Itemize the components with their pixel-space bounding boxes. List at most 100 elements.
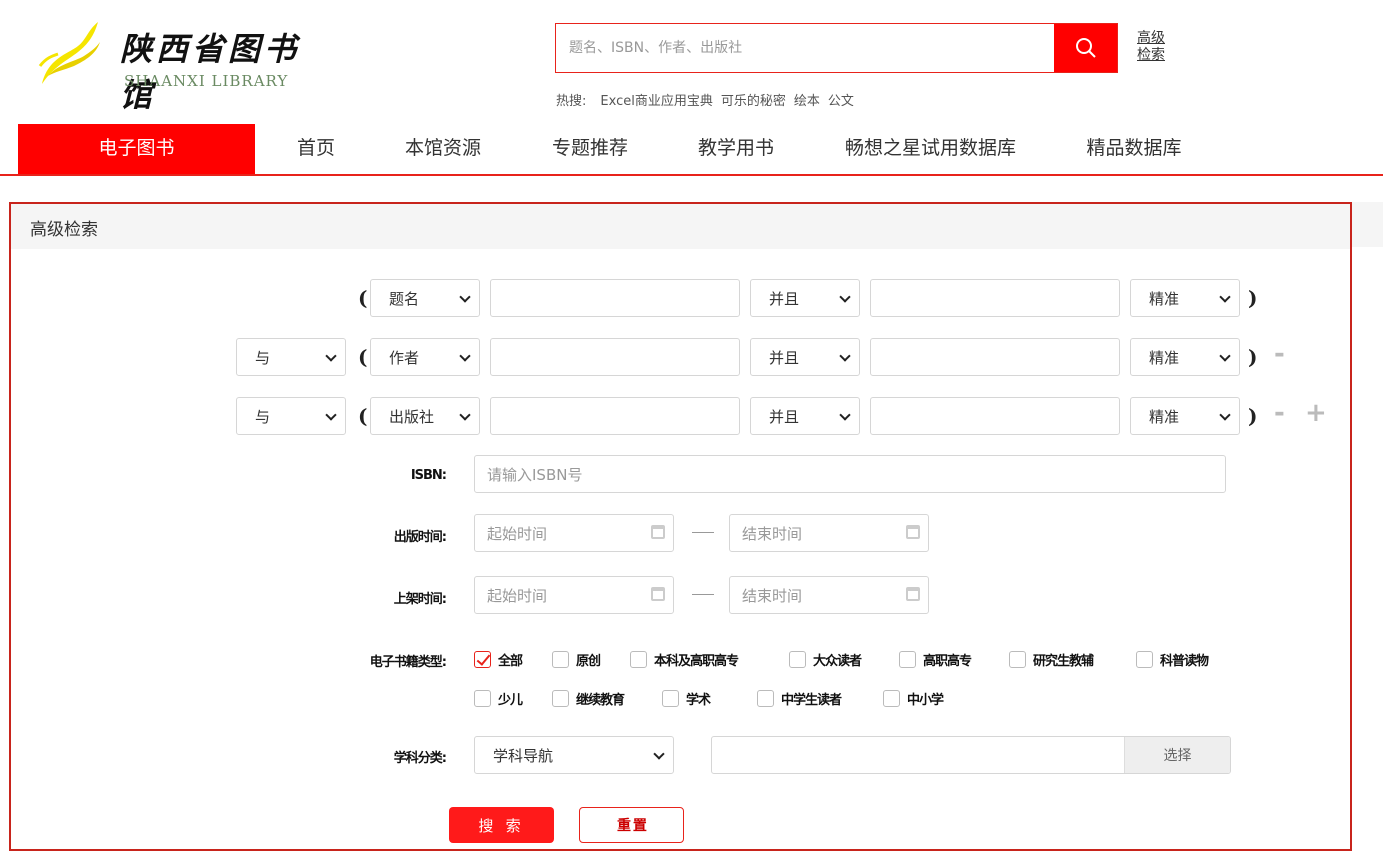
- calendar-icon: [651, 525, 665, 539]
- field-select[interactable]: 作者: [370, 338, 480, 376]
- main-nav: 电子图书 首页 本馆资源 专题推荐 教学用书 畅想之星试用数据库 精品数据库: [0, 124, 1383, 176]
- operator-select[interactable]: 并且: [750, 279, 860, 317]
- publish-end-date[interactable]: 结束时间: [729, 514, 929, 552]
- subject-select[interactable]: 学科导航: [474, 736, 674, 774]
- term-input-2[interactable]: [870, 397, 1120, 435]
- term-input-2[interactable]: [870, 279, 1120, 317]
- checkbox-checked-icon: [474, 651, 491, 668]
- add-row-button[interactable]: +: [1305, 398, 1327, 428]
- remove-row-button[interactable]: -: [1274, 339, 1285, 369]
- type-checkbox[interactable]: 少儿: [474, 689, 523, 708]
- checkbox-icon: [789, 651, 806, 668]
- operator-select[interactable]: 并且: [750, 397, 860, 435]
- chevron-down-icon: [839, 291, 851, 303]
- type-checkbox[interactable]: 中学生读者: [757, 689, 842, 708]
- type-checkbox[interactable]: 高职高专: [899, 650, 972, 669]
- type-checkbox[interactable]: 继续教育: [552, 689, 625, 708]
- checkbox-icon: [1009, 651, 1026, 668]
- panel-title: 高级检索: [30, 220, 98, 240]
- nav-item-library-resources[interactable]: 本馆资源: [388, 124, 498, 174]
- hot-search-item[interactable]: 可乐的秘密: [721, 90, 786, 109]
- nav-item-premium-databases[interactable]: 精品数据库: [1070, 124, 1198, 174]
- close-bracket: ): [1248, 286, 1258, 310]
- chevron-down-icon: [325, 409, 337, 421]
- logo-chinese-name: 陕西省图书馆: [120, 30, 301, 114]
- remove-row-button[interactable]: -: [1274, 398, 1285, 428]
- hot-search-item[interactable]: 绘本: [794, 90, 820, 109]
- field-select[interactable]: 出版社: [370, 397, 480, 435]
- chevron-down-icon: [1219, 350, 1231, 362]
- isbn-input[interactable]: 请输入ISBN号: [474, 455, 1226, 493]
- hot-search-item[interactable]: Excel商业应用宝典: [600, 90, 712, 109]
- chevron-down-icon: [839, 350, 851, 362]
- shelf-time-label: 上架时间:: [393, 592, 447, 607]
- search-icon: [1075, 38, 1096, 58]
- nav-item-textbooks[interactable]: 教学用书: [681, 124, 791, 174]
- publish-time-label: 出版时间:: [393, 530, 447, 545]
- type-checkbox[interactable]: 本科及高职高专: [630, 650, 739, 669]
- chevron-down-icon: [1219, 409, 1231, 421]
- checkbox-icon: [662, 690, 679, 707]
- nav-item-home[interactable]: 首页: [276, 124, 356, 174]
- ebook-type-label: 电子书籍类型:: [369, 655, 447, 670]
- chevron-down-icon: [459, 350, 471, 362]
- type-checkbox[interactable]: 大众读者: [789, 650, 862, 669]
- checkbox-icon: [552, 690, 569, 707]
- hot-searches: 热搜: Excel商业应用宝典 可乐的秘密 绘本 公文: [556, 90, 854, 109]
- search-button[interactable]: [1054, 24, 1117, 72]
- checkbox-icon: [474, 690, 491, 707]
- type-checkbox[interactable]: 科普读物: [1136, 650, 1209, 669]
- search-bar: [555, 23, 1118, 73]
- type-checkbox[interactable]: 中小学: [883, 689, 944, 708]
- chevron-down-icon: [653, 748, 665, 760]
- hot-search-item[interactable]: 公文: [828, 90, 854, 109]
- nav-item-ebooks[interactable]: 电子图书: [18, 124, 255, 174]
- calendar-icon: [651, 587, 665, 601]
- checkbox-icon: [1136, 651, 1153, 668]
- term-input[interactable]: [490, 397, 740, 435]
- nav-item-topics[interactable]: 专题推荐: [535, 124, 645, 174]
- reset-button[interactable]: 重 置: [579, 807, 684, 843]
- subject-pick-button[interactable]: 选择: [1124, 737, 1230, 773]
- match-mode-select[interactable]: 精准: [1130, 279, 1240, 317]
- isbn-label: ISBN:: [410, 468, 447, 483]
- match-mode-select[interactable]: 精准: [1130, 397, 1240, 435]
- type-checkbox[interactable]: 学术: [662, 689, 711, 708]
- term-input[interactable]: [490, 338, 740, 376]
- panel-header: 高级检索: [11, 204, 1350, 249]
- chevron-down-icon: [1219, 291, 1231, 303]
- chevron-down-icon: [459, 409, 471, 421]
- search-submit-button[interactable]: 搜 索: [449, 807, 554, 843]
- match-mode-select[interactable]: 精准: [1130, 338, 1240, 376]
- connector-select[interactable]: 与: [236, 397, 346, 435]
- open-bracket: (: [358, 345, 368, 369]
- close-bracket: ): [1248, 345, 1258, 369]
- type-checkbox[interactable]: 原创: [552, 650, 601, 669]
- type-checkbox[interactable]: 研究生教辅: [1009, 650, 1094, 669]
- shelf-end-date[interactable]: 结束时间: [729, 576, 929, 614]
- operator-select[interactable]: 并且: [750, 338, 860, 376]
- advanced-search-link[interactable]: 高级检索: [1137, 30, 1171, 64]
- logo-english-name: SHAANXI LIBRARY: [124, 72, 289, 90]
- open-bracket: (: [358, 286, 368, 310]
- connector-select[interactable]: 与: [236, 338, 346, 376]
- nav-item-trial-databases[interactable]: 畅想之星试用数据库: [828, 124, 1033, 174]
- checkbox-icon: [552, 651, 569, 668]
- type-checkbox-all[interactable]: 全部: [474, 650, 523, 669]
- term-input[interactable]: [490, 279, 740, 317]
- checkbox-icon: [630, 651, 647, 668]
- search-input[interactable]: [556, 24, 1054, 72]
- range-separator: [692, 532, 714, 533]
- logo-mark-icon: [38, 22, 100, 84]
- checkbox-icon: [883, 690, 900, 707]
- term-input-2[interactable]: [870, 338, 1120, 376]
- library-logo[interactable]: 陕西省图书馆 SHAANXI LIBRARY: [38, 18, 318, 114]
- hot-search-label: 热搜:: [556, 94, 587, 109]
- field-select[interactable]: 题名: [370, 279, 480, 317]
- shelf-start-date[interactable]: 起始时间: [474, 576, 674, 614]
- subject-label: 学科分类:: [393, 751, 447, 766]
- chevron-down-icon: [325, 350, 337, 362]
- checkbox-icon: [757, 690, 774, 707]
- open-bracket: (: [358, 404, 368, 428]
- publish-start-date[interactable]: 起始时间: [474, 514, 674, 552]
